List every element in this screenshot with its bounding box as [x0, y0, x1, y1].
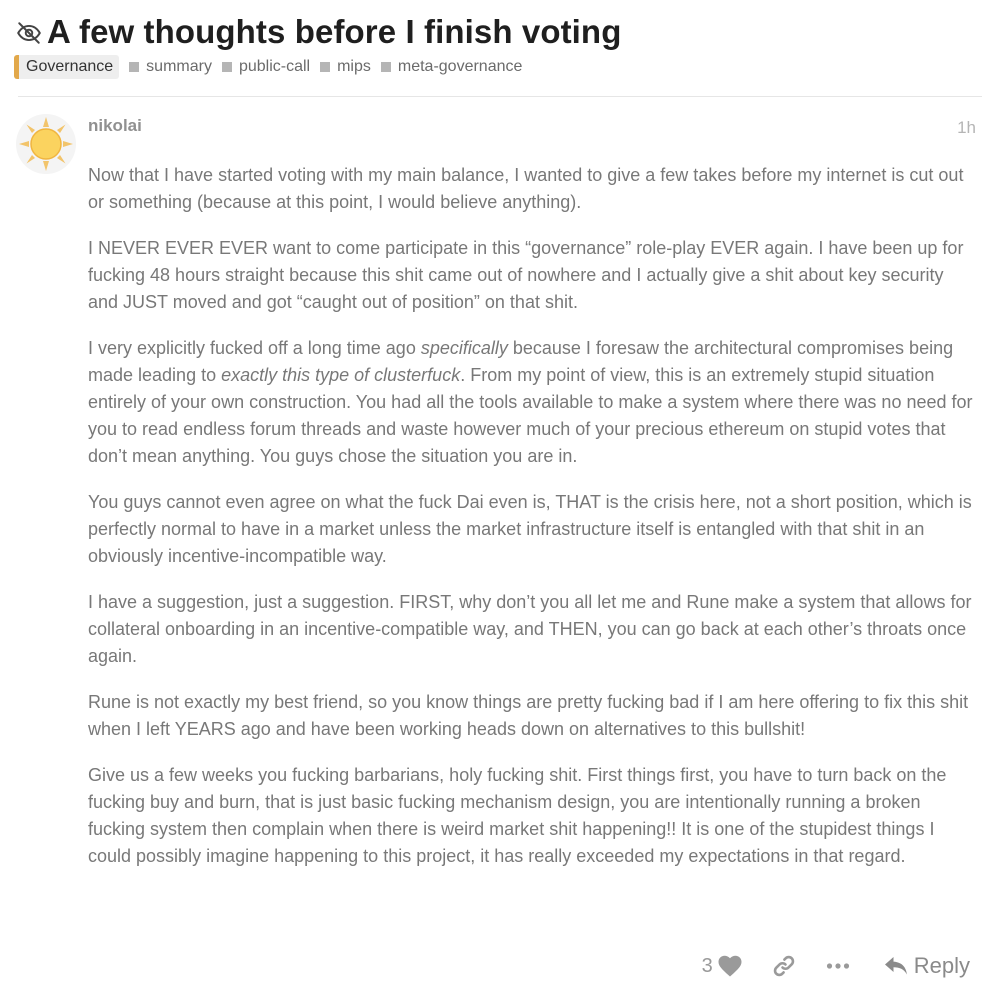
post-date[interactable]: 1h: [957, 118, 976, 138]
paragraph-text: I have a suggestion, just a suggestion. …: [88, 592, 972, 666]
sun-avatar-icon: [19, 117, 73, 171]
tag-list: summary public-call mips meta-governance: [119, 58, 522, 76]
reply-label: Reply: [913, 953, 970, 978]
post-paragraph: Now that I have started voting with my m…: [88, 162, 974, 216]
paragraph-text: Rune is not exactly my best friend, so y…: [88, 692, 969, 739]
post-meta: nikolai 1h: [88, 116, 978, 140]
tag-label: mips: [337, 58, 371, 75]
link-icon: [773, 955, 794, 977]
title-row: A few thoughts before I finish voting: [14, 12, 984, 52]
tag-label: summary: [146, 58, 212, 75]
paragraph-text: Now that I have started voting with my m…: [88, 165, 964, 212]
post-paragraph: I NEVER EVER EVER want to come participa…: [88, 235, 974, 316]
topic-tags-row: Governance summary public-call mips meta-go…: [14, 54, 984, 80]
tag-meta-governance[interactable]: meta-governance: [380, 58, 523, 76]
paragraph-text: I NEVER EVER EVER want to come participa…: [88, 238, 964, 312]
tag-summary[interactable]: summary: [129, 58, 212, 76]
eye-slash-icon: [14, 18, 44, 48]
tag-square-icon: [380, 62, 391, 72]
reply-icon: [884, 957, 907, 975]
heart-icon: [718, 955, 742, 977]
post-paragraph: I have a suggestion, just a suggestion. …: [88, 589, 974, 670]
tag-mips[interactable]: mips: [320, 58, 371, 76]
emphasis-text: exactly this type of clusterfuck: [221, 365, 461, 385]
topic-title[interactable]: A few thoughts before I finish voting: [47, 13, 621, 51]
tag-label: meta-governance: [397, 58, 523, 75]
emphasis-text: specifically: [420, 338, 508, 358]
like-count[interactable]: 3: [702, 955, 713, 978]
category-badge[interactable]: Governance: [14, 55, 120, 79]
post-paragraph: Give us a few weeks you fucking barbaria…: [88, 762, 974, 870]
post-paragraph: Rune is not exactly my best friend, so y…: [88, 689, 974, 743]
post-paragraph: I very explicitly fucked off a long time…: [88, 335, 974, 470]
ellipsis-icon: [826, 963, 849, 969]
topic-header: A few thoughts before I finish voting Go…: [14, 12, 984, 80]
tag-square-icon: [129, 62, 140, 72]
paragraph-text: You guys cannot even agree on what the f…: [88, 492, 972, 566]
like-button[interactable]: [718, 955, 742, 977]
more-actions-button[interactable]: [826, 962, 850, 970]
share-link-button[interactable]: [772, 954, 796, 978]
header-divider: [18, 96, 982, 97]
post-paragraph: You guys cannot even agree on what the f…: [88, 489, 974, 570]
reply-button[interactable]: Reply: [884, 953, 970, 979]
post-body: Now that I have started voting with my m…: [88, 162, 974, 889]
tag-square-icon: [320, 62, 331, 72]
user-avatar[interactable]: [16, 114, 76, 174]
paragraph-text: I very explicitly fucked off a long time…: [88, 338, 421, 358]
tag-public-call[interactable]: public-call: [221, 58, 311, 76]
post-actions: 3 Reply: [702, 946, 970, 986]
tag-label: public-call: [238, 58, 311, 75]
tag-square-icon: [221, 62, 232, 72]
username[interactable]: nikolai: [88, 116, 142, 135]
paragraph-text: Give us a few weeks you fucking barbaria…: [88, 765, 947, 866]
